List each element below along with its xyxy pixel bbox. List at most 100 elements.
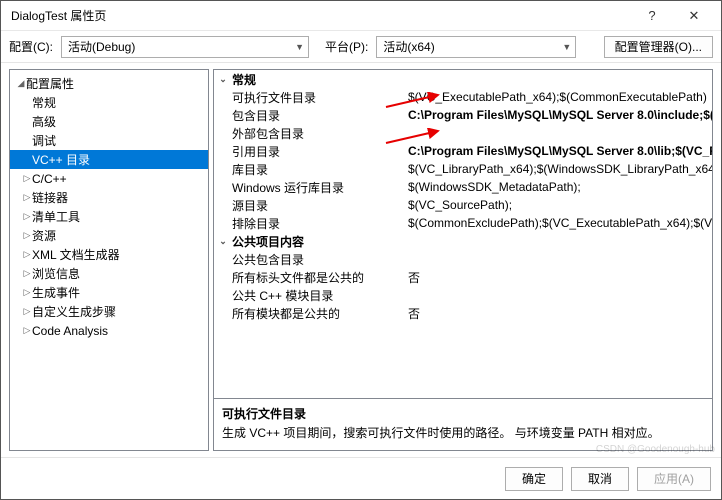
group-name: 公共项目内容	[232, 233, 304, 250]
tree-item-label: Code Analysis	[32, 324, 108, 338]
chevron-right-icon: ▷	[22, 230, 32, 241]
chevron-right-icon: ▷	[22, 306, 32, 317]
property-group-header[interactable]: ⌄ 公共项目内容	[214, 232, 712, 250]
chevron-down-icon: ⌄	[218, 236, 228, 247]
platform-combo[interactable]: 活动(x64) ▼	[376, 36, 576, 58]
property-row[interactable]: 可执行文件目录$(VC_ExecutablePath_x64);$(Common…	[214, 88, 712, 106]
tree-item[interactable]: ▷清单工具	[10, 207, 208, 226]
close-button[interactable]: ✕	[673, 2, 715, 30]
chevron-right-icon: ▷	[22, 211, 32, 222]
tree-item-label: 清单工具	[32, 208, 80, 225]
property-value[interactable]: 否	[404, 269, 712, 286]
config-toolbar: 配置(C): 活动(Debug) ▼ 平台(P): 活动(x64) ▼ 配置管理…	[1, 31, 721, 63]
platform-value: 活动(x64)	[383, 38, 434, 55]
tree-item[interactable]: ▷资源	[10, 226, 208, 245]
tree-item[interactable]: ▷Code Analysis	[10, 321, 208, 340]
tree-item-label: 高级	[32, 113, 56, 130]
property-grid[interactable]: ⌄常规可执行文件目录$(VC_ExecutablePath_x64);$(Com…	[213, 69, 713, 399]
chevron-down-icon: ▼	[295, 42, 304, 52]
property-label: 公共 C++ 模块目录	[214, 287, 404, 304]
property-value[interactable]: 否	[404, 305, 712, 322]
property-row[interactable]: Windows 运行库目录$(WindowsSDK_MetadataPath);	[214, 178, 712, 196]
description-panel: 可执行文件目录 生成 VC++ 项目期间，搜索可执行文件时使用的路径。 与环境变…	[213, 399, 713, 451]
property-row[interactable]: 引用目录C:\Program Files\MySQL\MySQL Server …	[214, 142, 712, 160]
property-label: 引用目录	[214, 143, 404, 160]
tree-item[interactable]: ▷自定义生成步骤	[10, 302, 208, 321]
tree-item[interactable]: 调试	[10, 131, 208, 150]
tree-item[interactable]: ▷链接器	[10, 188, 208, 207]
tree-item-label: C/C++	[32, 172, 67, 186]
tree-item-label: 链接器	[32, 189, 68, 206]
config-value: 活动(Debug)	[68, 38, 135, 55]
chevron-right-icon: ▷	[22, 173, 32, 184]
tree-item-label: 浏览信息	[32, 265, 80, 282]
property-value[interactable]: $(WindowsSDK_MetadataPath);	[404, 180, 712, 194]
apply-button[interactable]: 应用(A)	[637, 467, 711, 491]
property-page-window: DialogTest 属性页 ? ✕ 配置(C): 活动(Debug) ▼ 平台…	[0, 0, 722, 500]
tree-item-label: 调试	[32, 132, 56, 149]
titlebar: DialogTest 属性页 ? ✕	[1, 1, 721, 31]
property-row[interactable]: 外部包含目录	[214, 124, 712, 142]
tree-item[interactable]: 常规	[10, 93, 208, 112]
property-label: Windows 运行库目录	[214, 179, 404, 196]
property-label: 公共包含目录	[214, 251, 404, 268]
property-group-header[interactable]: ⌄常规	[214, 70, 712, 88]
property-label: 所有模块都是公共的	[214, 305, 404, 322]
config-label: 配置(C):	[9, 38, 53, 55]
description-text: 生成 VC++ 项目期间，搜索可执行文件时使用的路径。 与环境变量 PATH 相…	[222, 424, 704, 441]
property-row[interactable]: 公共 C++ 模块目录	[214, 286, 712, 304]
property-row[interactable]: 所有模块都是公共的否	[214, 304, 712, 322]
tree-item[interactable]: 高级	[10, 112, 208, 131]
tree-item-label: 自定义生成步骤	[32, 303, 116, 320]
property-value[interactable]: $(VC_ExecutablePath_x64);$(CommonExecuta…	[404, 90, 712, 104]
tree-root-label: 配置属性	[26, 75, 74, 92]
property-row[interactable]: 包含目录C:\Program Files\MySQL\MySQL Server …	[214, 106, 712, 124]
property-label: 排除目录	[214, 215, 404, 232]
property-label: 库目录	[214, 161, 404, 178]
group-name: 常规	[232, 71, 256, 88]
property-label: 所有标头文件都是公共的	[214, 269, 404, 286]
cancel-button[interactable]: 取消	[571, 467, 629, 491]
property-value[interactable]: $(CommonExcludePath);$(VC_ExecutablePath…	[404, 216, 712, 230]
property-label: 源目录	[214, 197, 404, 214]
tree-item[interactable]: ▷C/C++	[10, 169, 208, 188]
window-title: DialogTest 属性页	[11, 7, 631, 24]
tree-item-label: VC++ 目录	[32, 151, 90, 168]
main-panel: ⌄常规可执行文件目录$(VC_ExecutablePath_x64);$(Com…	[213, 69, 713, 451]
property-label: 外部包含目录	[214, 125, 404, 142]
property-row[interactable]: 源目录$(VC_SourcePath);	[214, 196, 712, 214]
ok-button[interactable]: 确定	[505, 467, 563, 491]
chevron-right-icon: ▷	[22, 268, 32, 279]
property-row[interactable]: 所有标头文件都是公共的否	[214, 268, 712, 286]
property-label: 可执行文件目录	[214, 89, 404, 106]
chevron-right-icon: ▷	[22, 325, 32, 336]
config-manager-button[interactable]: 配置管理器(O)...	[604, 36, 713, 58]
tree-item[interactable]: ▷浏览信息	[10, 264, 208, 283]
config-combo[interactable]: 活动(Debug) ▼	[61, 36, 309, 58]
property-value[interactable]: $(VC_SourcePath);	[404, 198, 712, 212]
chevron-down-icon: ▼	[562, 42, 571, 52]
tree-item[interactable]: ▷生成事件	[10, 283, 208, 302]
tree-item-label: XML 文档生成器	[32, 246, 120, 263]
nav-tree[interactable]: ◢ 配置属性 常规高级调试VC++ 目录▷C/C++▷链接器▷清单工具▷资源▷X…	[9, 69, 209, 451]
chevron-right-icon: ▷	[22, 287, 32, 298]
property-row[interactable]: 库目录$(VC_LibraryPath_x64);$(WindowsSDK_Li…	[214, 160, 712, 178]
help-button[interactable]: ?	[631, 2, 673, 30]
property-label: 包含目录	[214, 107, 404, 124]
tree-item[interactable]: VC++ 目录	[10, 150, 208, 169]
tree-item-label: 资源	[32, 227, 56, 244]
tree-item-label: 生成事件	[32, 284, 80, 301]
platform-label: 平台(P):	[325, 38, 368, 55]
chevron-right-icon: ▷	[22, 249, 32, 260]
property-value[interactable]: C:\Program Files\MySQL\MySQL Server 8.0\…	[404, 108, 712, 122]
chevron-right-icon: ▷	[22, 192, 32, 203]
property-row[interactable]: 排除目录$(CommonExcludePath);$(VC_Executable…	[214, 214, 712, 232]
tree-item[interactable]: ▷XML 文档生成器	[10, 245, 208, 264]
property-row[interactable]: 公共包含目录	[214, 250, 712, 268]
tree-root[interactable]: ◢ 配置属性	[10, 74, 208, 93]
body: ◢ 配置属性 常规高级调试VC++ 目录▷C/C++▷链接器▷清单工具▷资源▷X…	[1, 63, 721, 457]
chevron-down-icon: ◢	[16, 78, 26, 89]
property-value[interactable]: $(VC_LibraryPath_x64);$(WindowsSDK_Libra…	[404, 162, 712, 176]
property-value[interactable]: C:\Program Files\MySQL\MySQL Server 8.0\…	[404, 144, 712, 158]
footer: 确定 取消 应用(A)	[1, 457, 721, 499]
